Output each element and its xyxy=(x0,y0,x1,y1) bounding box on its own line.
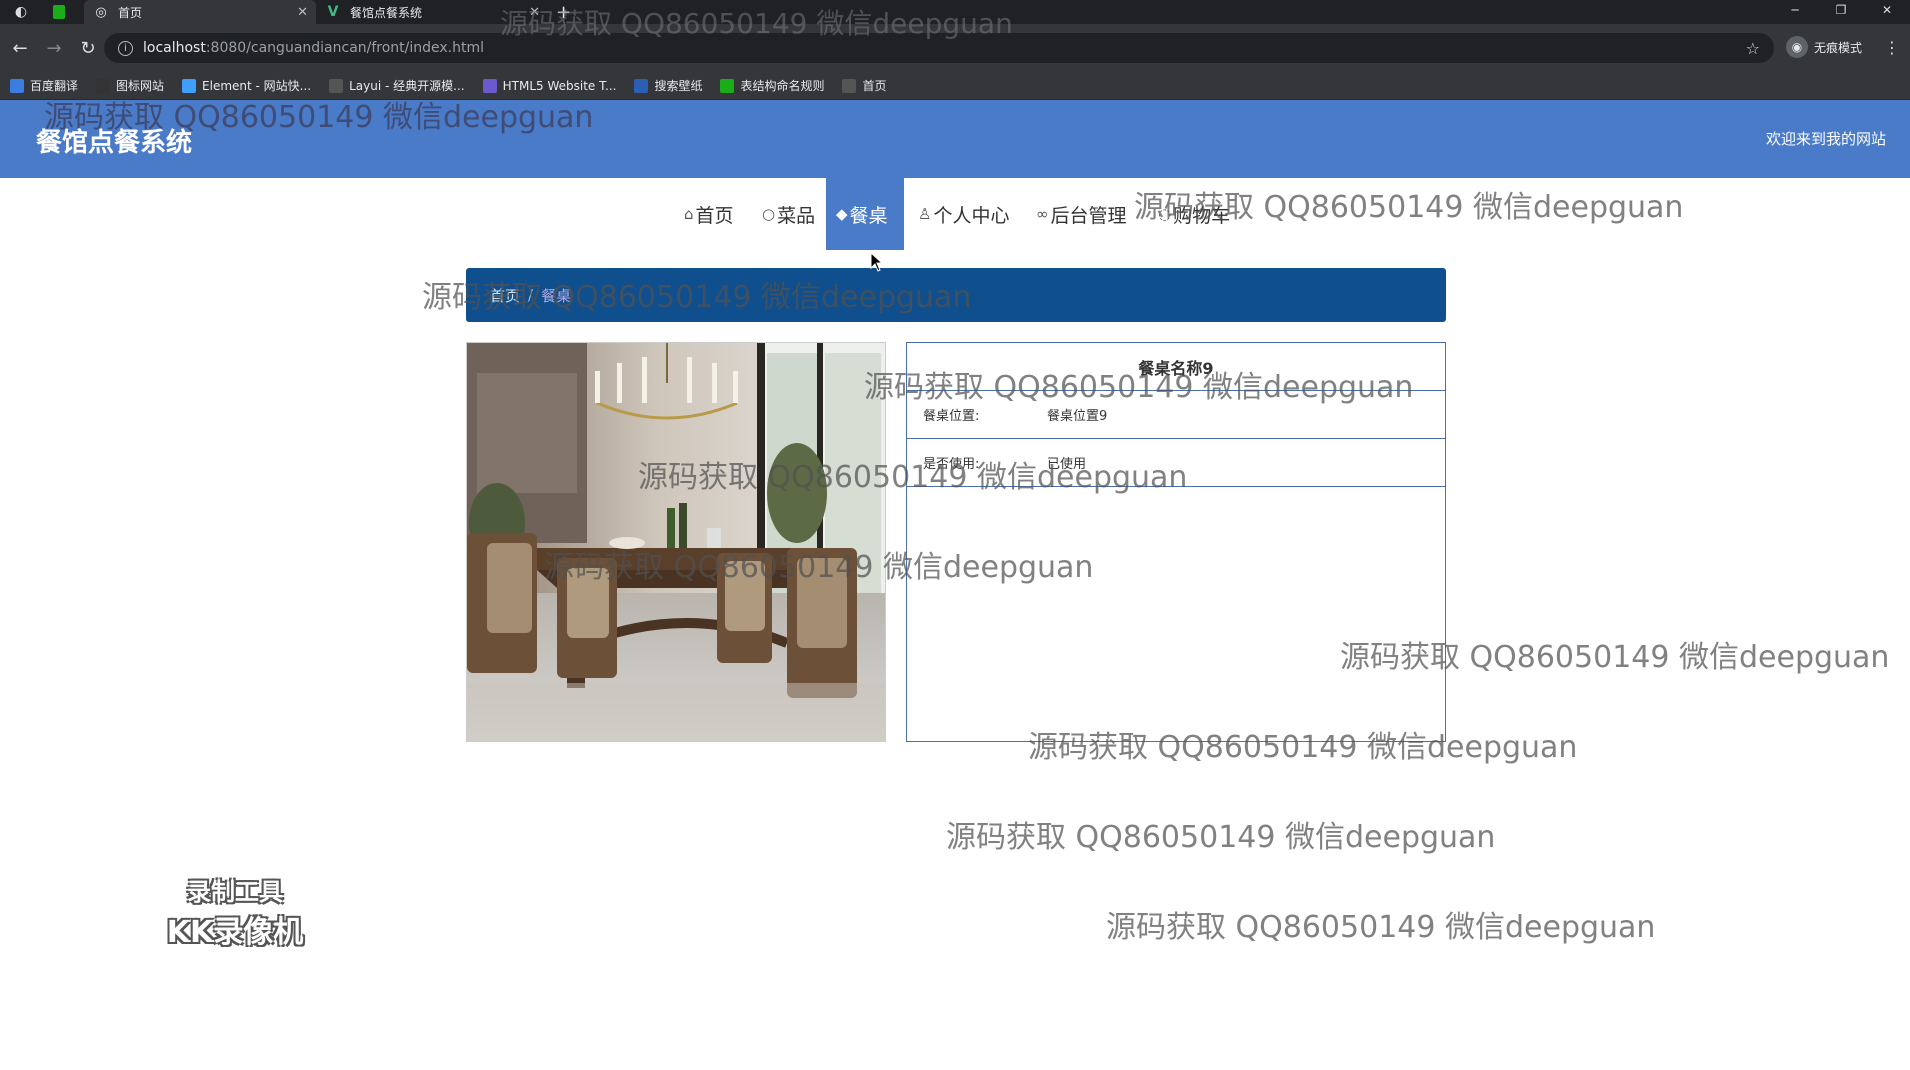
bookmark-label: 搜索壁纸 xyxy=(654,79,703,93)
nav-item-dishes[interactable]: ○ 菜品 xyxy=(752,178,825,250)
globe-icon xyxy=(842,78,857,93)
bookmark-star-icon[interactable]: ☆ xyxy=(1746,39,1760,58)
mouse-cursor-icon xyxy=(870,252,884,272)
site-info-icon[interactable]: i xyxy=(118,40,133,56)
nav-item-home[interactable]: ⌂ 首页 xyxy=(674,178,744,250)
close-window-icon[interactable]: ✕ xyxy=(1864,0,1910,24)
window-controls: ─ ❐ ✕ xyxy=(1772,0,1910,24)
table-name: 餐桌名称9 xyxy=(907,343,1445,391)
recorder-watermark: 录制工具 KK录像机 xyxy=(166,878,304,950)
layers-icon: ◆ xyxy=(836,205,848,223)
wallpaper-icon xyxy=(634,78,649,93)
back-icon[interactable]: ← xyxy=(6,38,34,59)
url-text: localhost:8080/canguandiancan/front/inde… xyxy=(143,40,485,56)
bookmark-label: Layui - 经典开源模... xyxy=(349,79,465,93)
welcome-text: 欢迎来到我的网站 xyxy=(1765,130,1886,148)
forward-icon[interactable]: → xyxy=(40,38,68,59)
site-title: 餐馆点餐系统 xyxy=(36,128,193,158)
detail-label: 餐桌位置: xyxy=(923,409,980,424)
main-nav: ⌂ 首页 ○ 菜品 ◆ 餐桌 ♙ 个人中心 ∞ 后台管理 ◌ 购物车 xyxy=(0,178,1910,250)
nav-item-profile[interactable]: ♙ 个人中心 xyxy=(908,178,1019,250)
watermark: 源码获取 QQ86050149 微信deepguan xyxy=(946,820,1496,855)
bookmark-label: 表结构命名规则 xyxy=(740,79,825,93)
breadcrumb-home[interactable]: 首页 xyxy=(490,285,520,306)
detail-value: 已使用 xyxy=(1047,457,1087,472)
browser-tab-home[interactable]: ◎ 首页 ✕ xyxy=(84,0,316,24)
watermark: 源码获取 QQ86050149 微信deepguan xyxy=(1106,910,1656,945)
incognito-icon: ◉ xyxy=(1786,36,1808,58)
bookmark-item[interactable]: Element - 网站快... xyxy=(182,77,311,94)
tab-title: 餐馆点餐系统 xyxy=(350,5,423,20)
flag-icon xyxy=(96,78,111,93)
user-icon: ♙ xyxy=(918,205,932,223)
table-photo xyxy=(466,342,886,742)
bookmark-label: 首页 xyxy=(862,79,887,93)
bookmark-item[interactable]: 搜索壁纸 xyxy=(634,77,702,94)
table-detail-panel: 餐桌名称9 餐桌位置: 餐桌位置9 是否使用: 已使用 xyxy=(906,342,1446,742)
new-tab-button[interactable]: + xyxy=(556,2,571,23)
globe-icon: ◎ xyxy=(95,4,107,20)
bookmark-label: 图标网站 xyxy=(116,79,165,93)
dining-room-image xyxy=(467,343,885,741)
minimize-icon[interactable]: ─ xyxy=(1772,0,1818,24)
browser-tab-bar: ◐ ◎ 首页 ✕ V 餐馆点餐系统 ✕ + ─ ❐ ✕ xyxy=(0,0,1910,24)
bookmark-item[interactable]: 首页 xyxy=(842,77,887,94)
vue-icon: V xyxy=(327,4,339,20)
bookmarks-bar: 百度翻译 图标网站 Element - 网站快... Layui - 经典开源模...… xyxy=(0,72,1910,100)
site-header: 餐馆点餐系统 欢迎来到我的网站 xyxy=(0,100,1910,178)
browser-tab-system[interactable]: V 餐馆点餐系统 ✕ xyxy=(316,0,548,24)
breadcrumb-current: 餐桌 xyxy=(541,286,572,305)
browser-toolbar: ← → ↻ i localhost:8080/canguandiancan/fr… xyxy=(0,24,1910,72)
browser-logo-icon: ◐ xyxy=(14,4,28,20)
breadcrumb: 首页 / 餐桌 xyxy=(466,268,1446,322)
html5-icon xyxy=(482,78,497,93)
link-icon: ∞ xyxy=(1036,205,1049,223)
detail-label: 是否使用: xyxy=(923,457,980,472)
nav-item-tables[interactable]: ◆ 餐桌 xyxy=(826,178,904,250)
element-icon xyxy=(182,78,197,93)
tab-title: 首页 xyxy=(118,5,143,20)
translate-icon xyxy=(10,78,24,93)
bookmark-label: 百度翻译 xyxy=(30,79,79,93)
detail-row-location: 餐桌位置: 餐桌位置9 xyxy=(907,391,1445,439)
sheet-icon xyxy=(720,78,735,93)
restore-icon[interactable]: ❐ xyxy=(1818,0,1864,24)
bookmark-item[interactable]: 表结构命名规则 xyxy=(720,77,824,94)
layui-icon xyxy=(329,78,344,93)
bookmark-item[interactable]: 百度翻译 xyxy=(10,77,78,94)
breadcrumb-separator: / xyxy=(528,286,534,304)
nav-item-admin[interactable]: ∞ 后台管理 xyxy=(1026,178,1137,250)
circle-icon: ○ xyxy=(762,205,776,223)
detail-row-status: 是否使用: 已使用 xyxy=(907,439,1445,487)
close-tab-icon[interactable]: ✕ xyxy=(297,5,308,20)
nav-item-cart[interactable]: ◌ 购物车 xyxy=(1148,178,1240,250)
bookmark-item[interactable]: HTML5 Website T... xyxy=(482,78,617,93)
bookmark-label: Element - 网站快... xyxy=(202,79,312,93)
bookmark-item[interactable]: Layui - 经典开源模... xyxy=(329,77,465,94)
reload-icon[interactable]: ↻ xyxy=(74,38,102,59)
home-icon: ⌂ xyxy=(684,205,694,223)
app-shortcut-icon[interactable] xyxy=(48,1,70,23)
cart-icon: ◌ xyxy=(1158,205,1172,223)
address-bar[interactable]: i localhost:8080/canguandiancan/front/in… xyxy=(104,33,1774,63)
close-tab-icon[interactable]: ✕ xyxy=(529,5,540,20)
bookmark-item[interactable]: 图标网站 xyxy=(96,77,164,94)
browser-menu-icon[interactable]: ⋮ xyxy=(1884,38,1900,57)
bookmark-label: HTML5 Website T... xyxy=(502,78,617,93)
incognito-indicator[interactable]: ◉ 无痕模式 xyxy=(1786,36,1862,58)
detail-value: 餐桌位置9 xyxy=(1047,409,1108,424)
